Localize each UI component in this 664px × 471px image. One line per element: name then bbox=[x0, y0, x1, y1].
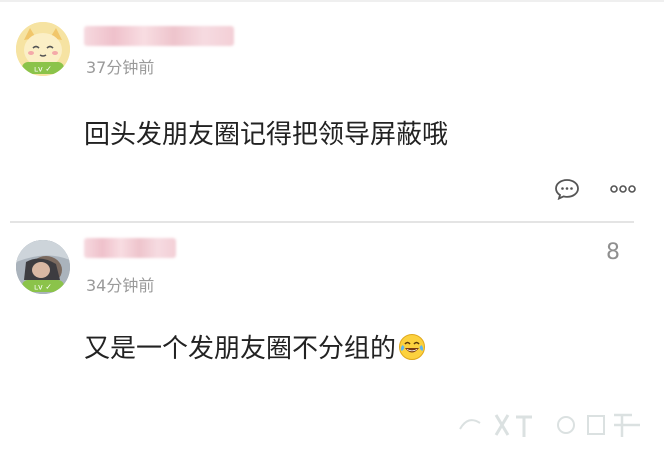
svg-text:ʟᴠ ✓: ʟᴠ ✓ bbox=[34, 65, 52, 74]
avatar[interactable]: ʟᴠ ✓ bbox=[16, 22, 70, 76]
comment-item: ʟᴠ ✓ 34分钟前 8 又是一个发朋友圈不分组的 bbox=[0, 222, 664, 471]
watermark-logo bbox=[456, 409, 646, 445]
photo-avatar-icon: ʟᴠ ✓ bbox=[16, 240, 70, 294]
comment-icon[interactable] bbox=[554, 178, 580, 200]
comment-item: ʟᴠ ✓ 37分钟前 回头发朋友圈记得把领导屏蔽哦 bbox=[0, 2, 664, 223]
username-blurred[interactable] bbox=[84, 238, 176, 258]
comment-text: 又是一个发朋友圈不分组的 bbox=[84, 334, 397, 364]
svg-text:ʟᴠ ✓: ʟᴠ ✓ bbox=[34, 283, 52, 292]
floor-number: 8 bbox=[606, 240, 620, 265]
username-blurred[interactable] bbox=[84, 26, 234, 46]
comment-content: 又是一个发朋友圈不分组的 bbox=[84, 328, 426, 368]
avatar[interactable]: ʟᴠ ✓ bbox=[16, 240, 70, 294]
comment-time: 34分钟前 bbox=[86, 276, 155, 295]
cartoon-face-icon: ʟᴠ ✓ bbox=[16, 22, 70, 76]
more-icon[interactable] bbox=[610, 184, 636, 194]
comment-time: 37分钟前 bbox=[86, 58, 155, 77]
laughing-tears-emoji-icon bbox=[398, 333, 426, 368]
comment-content: 回头发朋友圈记得把领导屏蔽哦 bbox=[84, 120, 449, 150]
comment-actions bbox=[554, 178, 636, 200]
